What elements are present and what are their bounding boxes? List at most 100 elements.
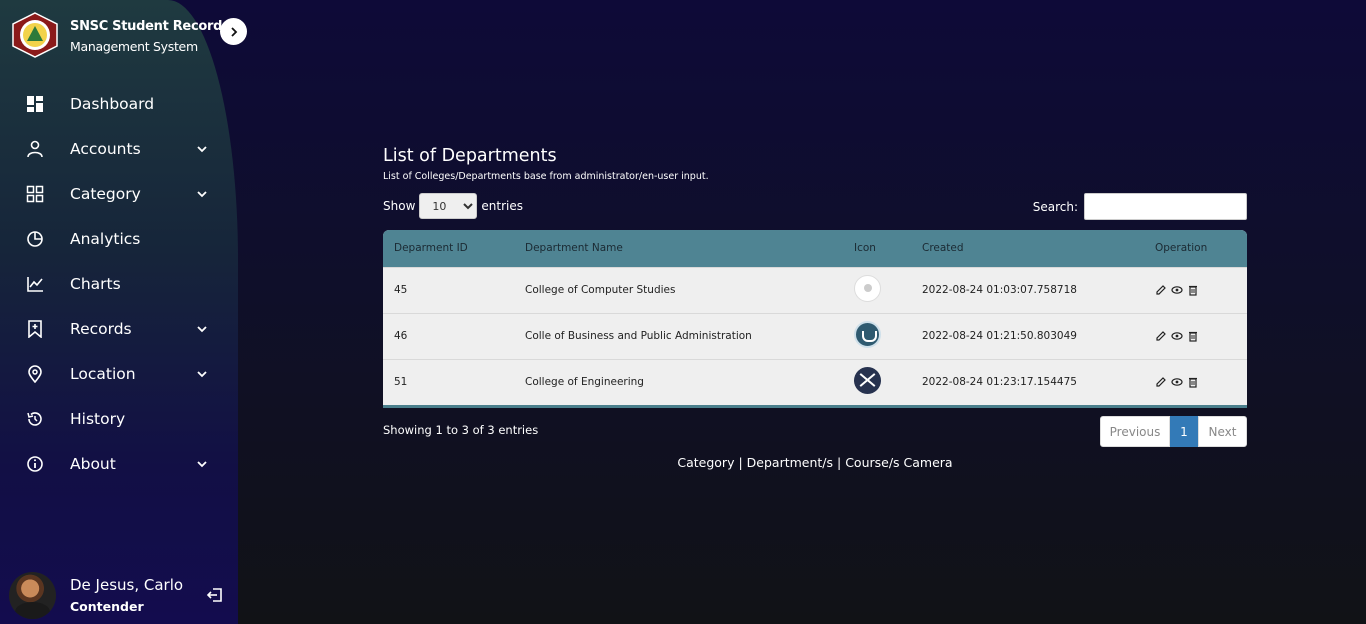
sidebar-item-history[interactable]: History (0, 396, 238, 441)
entries-label: entries (481, 199, 523, 213)
cell-icon (843, 267, 911, 313)
cell-name: Colle of Business and Public Administrat… (525, 330, 752, 342)
brand-title: SNSC Student Record Management System (70, 17, 222, 57)
cell-created: 2022-08-24 01:23:17.154475 (922, 376, 1077, 389)
course-camera-link[interactable]: Course/s Camera (845, 455, 952, 470)
chevron-down-icon (197, 326, 207, 333)
user-name: De Jesus, Carlo (70, 576, 184, 594)
previous-page-button[interactable]: Previous (1100, 416, 1170, 447)
sidebar-item-label: Charts (70, 274, 121, 293)
search-input[interactable] (1084, 193, 1247, 220)
cell-name: College of Engineering (525, 376, 644, 389)
cell-created: 2022-08-24 01:03:07.758718 (922, 284, 1077, 296)
table-row: 51 College of Engineering 2022-08-24 01:… (383, 359, 1247, 405)
history-icon (27, 412, 42, 426)
sidebar-item-label: History (70, 409, 126, 428)
sidebar-item-records[interactable]: Records (0, 306, 238, 351)
column-header[interactable]: Deparment ID (383, 230, 514, 267)
avatar[interactable] (9, 572, 56, 619)
chevron-down-icon (197, 371, 207, 378)
map-pin-icon (28, 365, 42, 383)
cell-id: 45 (394, 284, 408, 296)
user-profile: De Jesus, Carlo Contender (9, 572, 229, 620)
cell-operation (1144, 359, 1247, 405)
user-role: Contender (70, 599, 144, 614)
sidebar-item-label: Accounts (70, 139, 141, 158)
delete-icon[interactable] (1187, 330, 1199, 342)
column-header[interactable]: Department Name (514, 230, 843, 267)
next-page-button[interactable]: Next (1198, 416, 1247, 447)
sidebar: SNSC Student Record Management System Da… (0, 0, 247, 624)
line-chart-icon (27, 277, 43, 292)
delete-icon[interactable] (1187, 284, 1199, 296)
sidebar-item-location[interactable]: Location (0, 351, 238, 396)
sidebar-item-category[interactable]: Category (0, 171, 238, 216)
sidebar-item-accounts[interactable]: Accounts (0, 126, 238, 171)
separator: | (734, 455, 747, 470)
college-seal-logo (12, 12, 58, 58)
chevron-right-icon (230, 26, 237, 37)
cell-operation (1144, 313, 1247, 359)
sidebar-item-analytics[interactable]: Analytics (0, 216, 238, 261)
chevron-down-icon (197, 461, 207, 468)
pagination: Previous 1 Next (1100, 416, 1247, 447)
edit-icon[interactable] (1155, 330, 1167, 342)
cell-created: 2022-08-24 01:21:50.803049 (922, 330, 1077, 342)
cell-icon (843, 359, 911, 405)
page-1-button[interactable]: 1 (1170, 416, 1198, 447)
category-link[interactable]: Category (677, 455, 734, 470)
search-label: Search: (1032, 199, 1078, 214)
view-icon[interactable] (1171, 284, 1183, 296)
sidebar-item-dashboard[interactable]: Dashboard (0, 81, 238, 126)
page-title: List of Departments (383, 146, 557, 166)
separator: | (833, 455, 846, 470)
ccs-logo-icon (854, 275, 881, 302)
departments-table-container: Deparment ID Department Name Icon Create… (383, 230, 1247, 408)
chevron-down-icon (197, 146, 207, 153)
pie-chart-icon (27, 231, 43, 247)
view-icon[interactable] (1171, 376, 1183, 388)
sidebar-item-label: Dashboard (70, 94, 155, 113)
table-header-row: Deparment ID Department Name Icon Create… (383, 230, 1247, 267)
footer-links: Category | Department/s | Course/s Camer… (383, 455, 1247, 470)
view-icon[interactable] (1171, 330, 1183, 342)
coe-logo-icon (854, 367, 881, 395)
sidebar-nav: Dashboard Accounts Category Analytics Ch… (0, 81, 238, 486)
dashboard-icon (27, 96, 43, 112)
show-label: Show (383, 199, 416, 213)
column-header[interactable]: Operation (1144, 230, 1247, 267)
table-info: Showing 1 to 3 of 3 entries (383, 423, 539, 437)
bookmark-icon (28, 320, 42, 338)
sidebar-item-charts[interactable]: Charts (0, 261, 238, 306)
user-icon (27, 140, 43, 158)
sidebar-toggle-button[interactable] (220, 18, 247, 45)
column-header[interactable]: Icon (843, 230, 911, 267)
column-header[interactable]: Created (911, 230, 1144, 267)
cell-icon (843, 313, 911, 359)
edit-icon[interactable] (1155, 376, 1167, 388)
table-row: 46 Colle of Business and Public Administ… (383, 313, 1247, 359)
entries-select[interactable]: 10 (419, 193, 478, 219)
cell-operation (1144, 267, 1247, 313)
category-icon (26, 185, 44, 203)
page-subtitle: List of Colleges/Departments base from a… (383, 171, 709, 182)
sidebar-item-label: Analytics (70, 229, 141, 248)
brand-line-2: Management System (70, 39, 198, 54)
delete-icon[interactable] (1187, 376, 1199, 388)
sidebar-item-label: Category (70, 184, 141, 203)
cell-name: College of Computer Studies (525, 284, 676, 296)
edit-icon[interactable] (1155, 284, 1167, 296)
sidebar-item-about[interactable]: About (0, 441, 238, 486)
info-icon (27, 456, 43, 472)
sidebar-item-label: Location (70, 364, 136, 383)
chevron-down-icon (197, 191, 207, 198)
table-search: Search: (1033, 193, 1247, 220)
cbpa-logo-icon (854, 321, 881, 348)
table-row: 45 College of Computer Studies 2022-08-2… (383, 267, 1247, 313)
cell-id: 46 (394, 330, 408, 342)
sidebar-item-label: About (70, 454, 116, 473)
logout-icon[interactable] (206, 586, 224, 604)
brand-line-1: SNSC Student Record (70, 19, 223, 34)
departments-table: Deparment ID Department Name Icon Create… (383, 230, 1247, 405)
department-link[interactable]: Department/s (747, 455, 833, 470)
